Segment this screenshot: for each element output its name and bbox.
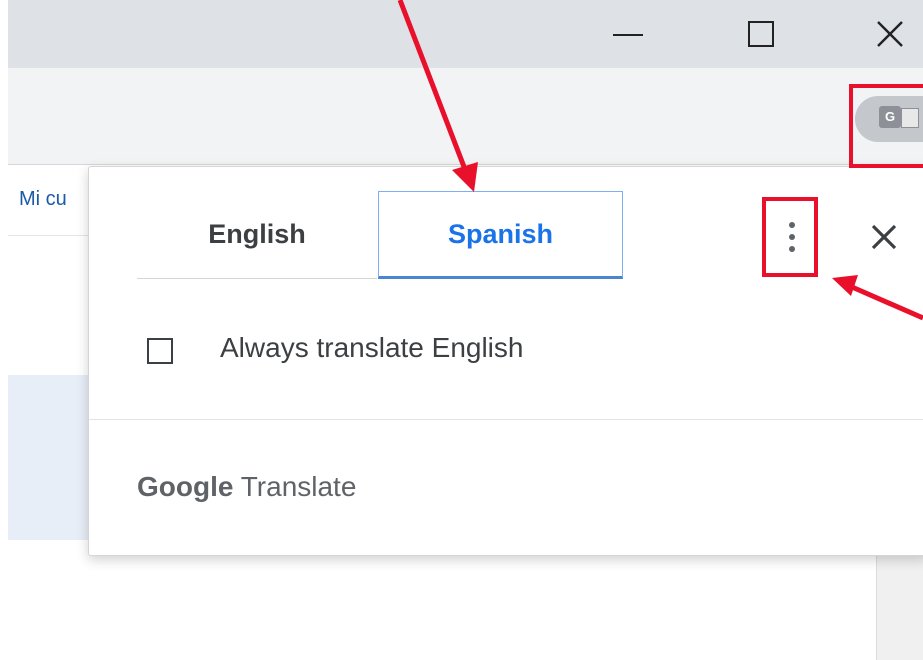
brand-google: Google — [137, 471, 234, 502]
brand-translate: Translate — [240, 471, 357, 502]
close-popup-icon[interactable] — [864, 217, 904, 257]
maximize-icon — [748, 21, 774, 47]
close-window-button[interactable] — [848, 0, 923, 68]
more-options-highlight — [762, 197, 818, 277]
close-window-icon — [876, 21, 903, 47]
window-titlebar — [8, 0, 923, 68]
left-edge — [0, 0, 8, 660]
bookmark-item[interactable]: Mi cu — [19, 188, 67, 211]
page-scrollbar[interactable] — [876, 540, 923, 660]
popup-divider — [89, 419, 923, 420]
tab-english[interactable]: English — [137, 191, 377, 279]
always-translate-label: Always translate English — [220, 332, 524, 363]
page-content-band — [8, 375, 88, 540]
tab-spanish[interactable]: Spanish — [378, 191, 623, 279]
translate-icon-highlight — [849, 84, 923, 168]
browser-toolbar — [8, 68, 923, 165]
google-translate-brand: Google Translate — [137, 471, 356, 503]
always-translate-checkbox[interactable] — [147, 338, 173, 364]
minimize-icon — [613, 34, 643, 36]
minimize-button[interactable] — [588, 0, 668, 68]
maximize-button[interactable] — [721, 0, 801, 68]
